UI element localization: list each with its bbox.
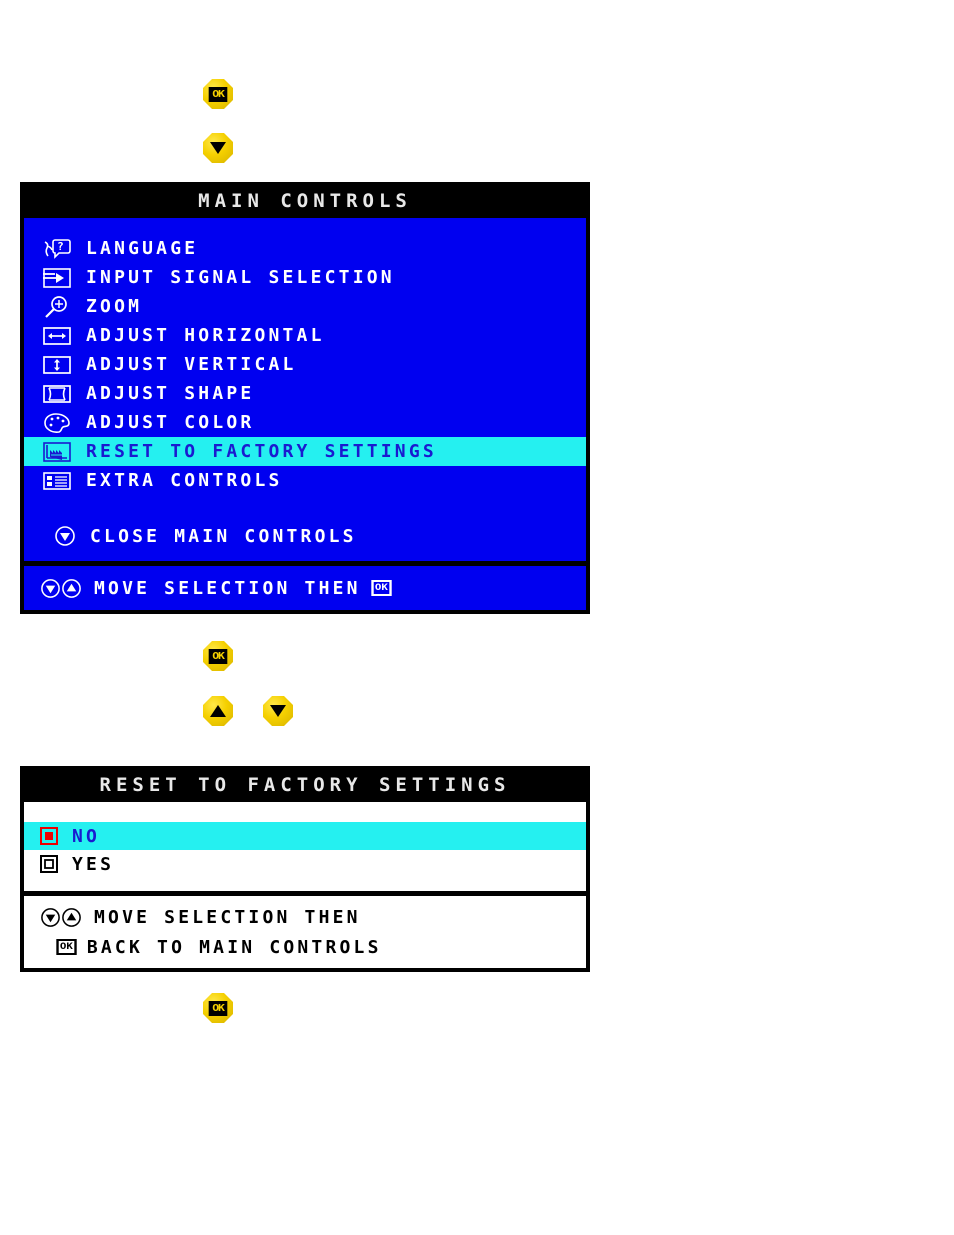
down-button-top[interactable] xyxy=(203,133,233,163)
radio-filled-red-icon xyxy=(40,827,58,845)
ok-button-icon: OK xyxy=(208,648,228,664)
menu-item-label: ADJUST COLOR xyxy=(86,412,255,433)
down-button-middle[interactable] xyxy=(263,696,293,726)
arrow-down-icon xyxy=(210,142,226,154)
adjust-shape-icon xyxy=(40,381,74,407)
close-main-controls-label: CLOSE MAIN CONTROLS xyxy=(90,525,357,547)
extra-controls-list-icon xyxy=(40,468,74,494)
menu-item-adjust-shape[interactable]: ADJUST SHAPE xyxy=(24,379,586,408)
menu-item-language[interactable]: ? LANGUAGE xyxy=(24,234,586,263)
option-no[interactable]: NO xyxy=(24,822,586,850)
menu-item-label: ADJUST VERTICAL xyxy=(86,354,297,375)
ok-badge-wrapper: OK xyxy=(56,939,77,955)
ok-button-bottom[interactable]: OK xyxy=(203,993,233,1023)
ok-badge-icon: OK xyxy=(56,939,77,955)
main-controls-menu: ? LANGUAGE INPUT SIGNAL SELECTION ZOOM A… xyxy=(24,218,586,553)
arrow-down-icon xyxy=(270,705,286,717)
arrow-up-circle-icon xyxy=(62,907,81,927)
dialog-title: RESET TO FACTORY SETTINGS xyxy=(24,770,586,802)
footer-line-move-selection: MOVE SELECTION THEN xyxy=(24,902,361,932)
menu-item-label: ADJUST HORIZONTAL xyxy=(86,325,325,346)
arrow-down-circle-icon xyxy=(41,907,60,927)
zoom-magnifier-icon xyxy=(40,294,74,320)
osd-reset-dialog-panel: RESET TO FACTORY SETTINGS NO YES MOVE SE… xyxy=(20,766,590,972)
menu-item-zoom[interactable]: ZOOM xyxy=(24,292,586,321)
move-selection-icons xyxy=(40,907,82,928)
menu-item-label: ADJUST SHAPE xyxy=(86,383,255,404)
menu-item-adjust-vertical[interactable]: ADJUST VERTICAL xyxy=(24,350,586,379)
menu-item-label: RESET TO FACTORY SETTINGS xyxy=(86,441,437,462)
adjust-horizontal-icon xyxy=(40,323,74,349)
menu-spacer xyxy=(24,495,586,519)
menu-item-label: INPUT SIGNAL SELECTION xyxy=(86,267,395,288)
reset-options-list: NO YES xyxy=(24,802,586,878)
menu-item-close-main-controls[interactable]: CLOSE MAIN CONTROLS xyxy=(24,519,586,553)
radio-empty-icon xyxy=(40,855,58,873)
menu-item-label: ZOOM xyxy=(86,296,143,317)
menu-item-reset-to-factory-settings[interactable]: RESET TO FACTORY SETTINGS xyxy=(24,437,586,466)
menu-item-label: LANGUAGE xyxy=(86,238,199,259)
menu-item-label: EXTRA CONTROLS xyxy=(86,470,283,491)
menu-item-adjust-color[interactable]: ADJUST COLOR xyxy=(24,408,586,437)
input-signal-icon xyxy=(40,265,74,291)
menu-item-input-signal-selection[interactable]: INPUT SIGNAL SELECTION xyxy=(24,263,586,292)
option-label: YES xyxy=(72,853,115,875)
ok-button-icon: OK xyxy=(208,86,228,102)
footer-line-back-to-main: OK BACK TO MAIN CONTROLS xyxy=(24,932,382,962)
arrow-up-icon xyxy=(210,705,226,717)
osd-main-controls-panel: MAIN CONTROLS ? LANGUAGE INPUT SIGNAL SE… xyxy=(20,182,590,614)
footer-line2-text: BACK TO MAIN CONTROLS xyxy=(86,936,382,958)
ok-badge-icon: OK xyxy=(371,580,392,596)
main-controls-footer: MOVE SELECTION THEN OK xyxy=(24,561,586,610)
adjust-color-palette-icon xyxy=(40,410,74,436)
up-button-middle[interactable] xyxy=(203,696,233,726)
option-label: NO xyxy=(72,825,101,847)
arrow-down-circle-icon xyxy=(41,578,60,598)
language-icon: ? xyxy=(40,236,74,262)
ok-button-top[interactable]: OK xyxy=(203,79,233,109)
footer-line1-text: MOVE SELECTION THEN xyxy=(94,906,361,928)
arrow-up-circle-icon xyxy=(62,578,81,598)
svg-text:?: ? xyxy=(57,240,67,253)
adjust-vertical-icon xyxy=(40,352,74,378)
footer-text: MOVE SELECTION THEN xyxy=(94,577,361,599)
arrow-down-circle-icon xyxy=(54,525,76,547)
reset-dialog-footer: MOVE SELECTION THEN OK BACK TO MAIN CONT… xyxy=(24,891,586,968)
move-selection-icons xyxy=(40,578,82,599)
menu-item-adjust-horizontal[interactable]: ADJUST HORIZONTAL xyxy=(24,321,586,350)
option-yes[interactable]: YES xyxy=(24,850,586,878)
page-title: MAIN CONTROLS xyxy=(24,186,586,218)
ok-button-icon: OK xyxy=(208,1000,228,1016)
ok-button-middle[interactable]: OK xyxy=(203,641,233,671)
factory-icon xyxy=(40,439,74,465)
menu-item-extra-controls[interactable]: EXTRA CONTROLS xyxy=(24,466,586,495)
